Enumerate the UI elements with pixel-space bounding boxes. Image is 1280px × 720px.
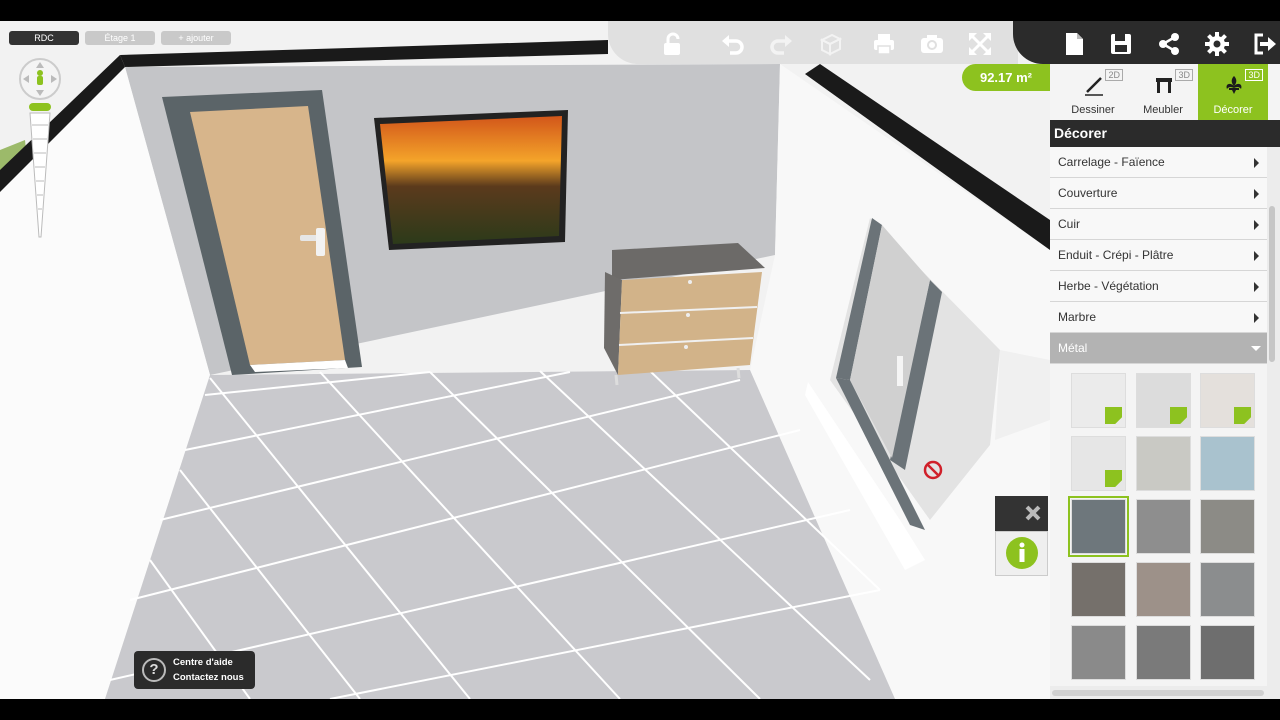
tab-label: Décorer [1213, 104, 1253, 116]
chevron-down-icon [1251, 346, 1261, 351]
share-icon[interactable] [1156, 31, 1182, 57]
tab-label: Dessiner [1071, 104, 1115, 116]
print-icon[interactable] [871, 31, 897, 57]
material-swatch[interactable] [1136, 436, 1191, 491]
3d-viewport[interactable]: RDC Étage 1 + ajouter [0, 21, 1050, 699]
help-icon: ? [142, 658, 166, 682]
mode-tag: 2D [1105, 69, 1123, 81]
category-label: Couverture [1058, 186, 1118, 200]
chevron-right-icon [1254, 313, 1259, 323]
swatch-scrollbar[interactable] [1052, 690, 1264, 696]
material-swatch[interactable] [1071, 562, 1126, 617]
letterbox-bottom [0, 699, 1280, 720]
logout-icon[interactable] [1251, 31, 1277, 57]
side-panel: 2D Dessiner 3D Meubler 3D Décorer Décore… [1050, 64, 1280, 699]
material-swatch[interactable] [1136, 373, 1191, 428]
material-swatch[interactable] [1071, 436, 1126, 491]
category-label: Marbre [1058, 310, 1097, 324]
floor-tabs: RDC Étage 1 + ajouter [9, 31, 231, 45]
material-swatch[interactable] [1200, 436, 1255, 491]
material-swatch[interactable] [1200, 499, 1255, 554]
person-icon [37, 70, 43, 76]
mode-tag: 3D [1175, 69, 1193, 81]
custom-corner-icon [1105, 470, 1122, 487]
help-line-2: Contactez nous [173, 672, 244, 683]
file-toolbar [1013, 21, 1280, 64]
floor-tab-rdc[interactable]: RDC [9, 31, 79, 45]
add-floor-button[interactable]: + ajouter [161, 31, 231, 45]
zoom-slider-track [29, 112, 51, 238]
material-swatch[interactable] [1136, 562, 1191, 617]
close-icon [1025, 505, 1041, 521]
navigation-widget[interactable] [18, 57, 62, 242]
material-swatches [1050, 364, 1267, 686]
custom-corner-icon [1170, 407, 1187, 424]
category-item[interactable]: Marbre [1050, 302, 1267, 333]
mode-tabs: 2D Dessiner 3D Meubler 3D Décorer [1050, 64, 1280, 120]
material-swatch[interactable] [1136, 499, 1191, 554]
window-handle [897, 356, 903, 386]
fullscreen-icon[interactable] [967, 31, 993, 57]
chevron-right-icon [1254, 189, 1259, 199]
unlock-icon[interactable] [659, 31, 685, 57]
info-box [995, 496, 1048, 576]
chevron-right-icon [1254, 158, 1259, 168]
chevron-right-icon [1254, 282, 1259, 292]
area-badge: 92.17 m² [962, 64, 1050, 91]
tab-dessiner[interactable]: 2D Dessiner [1058, 64, 1128, 120]
category-item[interactable]: Couverture [1050, 178, 1267, 209]
tab-meubler[interactable]: 3D Meubler [1128, 64, 1198, 120]
new-file-icon[interactable] [1061, 31, 1087, 57]
table-icon [1156, 78, 1172, 93]
chevron-right-icon [1254, 220, 1259, 230]
save-icon[interactable] [1108, 31, 1134, 57]
painting-image [380, 116, 562, 244]
room-scene [0, 21, 1050, 699]
redo-icon[interactable] [768, 31, 794, 57]
category-list: Carrelage - Faïence Couverture Cuir Endu… [1050, 147, 1267, 364]
material-swatch[interactable] [1200, 562, 1255, 617]
category-label: Herbe - Végétation [1058, 279, 1159, 293]
top-toolbar [608, 21, 1018, 64]
floor-tab-etage-1[interactable]: Étage 1 [85, 31, 155, 45]
tab-decorer[interactable]: 3D Décorer [1198, 64, 1268, 120]
dresser-front [618, 272, 762, 375]
category-item[interactable]: Carrelage - Faïence [1050, 147, 1267, 178]
material-swatch[interactable] [1136, 625, 1191, 680]
custom-corner-icon [1234, 407, 1251, 424]
category-item[interactable]: Cuir [1050, 209, 1267, 240]
info-button[interactable] [995, 531, 1048, 576]
category-label: Métal [1058, 341, 1088, 355]
panel-title: Décorer [1050, 120, 1280, 147]
material-swatch[interactable] [1071, 625, 1126, 680]
category-item-open[interactable]: Métal [1050, 333, 1267, 364]
material-swatch[interactable] [1200, 373, 1255, 428]
material-swatch[interactable] [1200, 625, 1255, 680]
mode-tag: 3D [1245, 69, 1263, 81]
category-label: Carrelage - Faïence [1058, 155, 1165, 169]
category-label: Enduit - Crépi - Plâtre [1058, 248, 1174, 262]
material-swatch[interactable] [1068, 496, 1129, 557]
fleur-de-lis-icon [1226, 76, 1242, 94]
settings-icon[interactable] [1204, 31, 1230, 57]
category-item[interactable]: Herbe - Végétation [1050, 271, 1267, 302]
camera-icon[interactable] [919, 31, 945, 57]
panel-scrollbar[interactable] [1269, 206, 1275, 362]
pencil-icon [1085, 77, 1103, 96]
category-label: Cuir [1058, 217, 1081, 231]
help-line-1: Centre d'aide [173, 657, 233, 668]
zoom-slider-handle [29, 103, 51, 111]
letterbox-top [0, 0, 1280, 21]
chevron-right-icon [1254, 251, 1259, 261]
tab-label: Meubler [1143, 104, 1183, 116]
custom-corner-icon [1105, 407, 1122, 424]
help-center-button[interactable]: ? Centre d'aide Contactez nous [134, 651, 255, 689]
info-icon [1006, 537, 1038, 569]
3d-box-icon[interactable] [818, 31, 844, 57]
undo-icon[interactable] [720, 31, 746, 57]
close-button[interactable] [995, 496, 1048, 531]
material-swatch[interactable] [1071, 373, 1126, 428]
category-item[interactable]: Enduit - Crépi - Plâtre [1050, 240, 1267, 271]
